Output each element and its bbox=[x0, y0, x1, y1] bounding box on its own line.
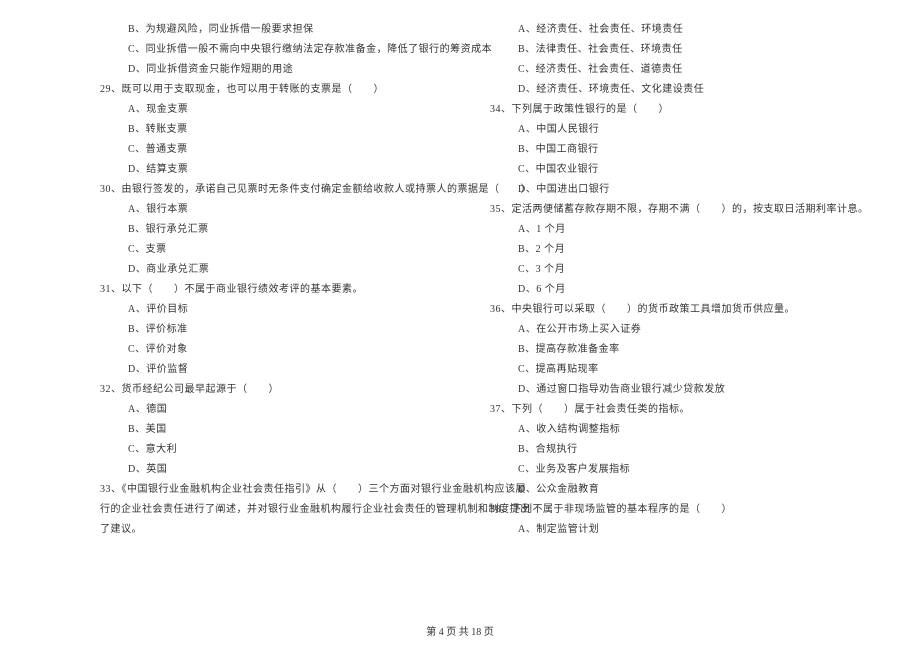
q29-option-a: A、现金支票 bbox=[100, 100, 450, 120]
q30-option-c: C、支票 bbox=[100, 240, 450, 260]
q32-option-d: D、英国 bbox=[100, 460, 450, 480]
page-footer: 第 4 页 共 18 页 bbox=[0, 623, 920, 638]
q35-text: 35、定活两便储蓄存款存期不限，存期不满（ ）的，按支取日活期利率计息。 bbox=[490, 200, 870, 220]
q30-option-d: D、商业承兑汇票 bbox=[100, 260, 450, 280]
q34-text: 34、下列属于政策性银行的是（ ） bbox=[490, 100, 870, 120]
q31-text: 31、以下（ ）不属于商业银行绩效考评的基本要素。 bbox=[100, 280, 450, 300]
q34-option-d: D、中国进出口银行 bbox=[490, 180, 870, 200]
q37-text: 37、下列（ ）属于社会责任类的指标。 bbox=[490, 400, 870, 420]
q33-text-line3: 了建议。 bbox=[100, 520, 450, 540]
q29-option-b: B、转账支票 bbox=[100, 120, 450, 140]
q34-option-c: C、中国农业银行 bbox=[490, 160, 870, 180]
q34-option-a: A、中国人民银行 bbox=[490, 120, 870, 140]
q31-option-a: A、评价目标 bbox=[100, 300, 450, 320]
q37-option-d: D、公众金融教育 bbox=[490, 480, 870, 500]
left-column: B、为规避风险，同业拆借一般要求担保 C、同业拆借一般不需向中央银行缴纳法定存款… bbox=[40, 20, 460, 600]
q28-option-b: B、为规避风险，同业拆借一般要求担保 bbox=[100, 20, 450, 40]
q31-option-b: B、评价标准 bbox=[100, 320, 450, 340]
q35-option-d: D、6 个月 bbox=[490, 280, 870, 300]
q31-option-c: C、评价对象 bbox=[100, 340, 450, 360]
q35-option-b: B、2 个月 bbox=[490, 240, 870, 260]
q29-option-c: C、普通支票 bbox=[100, 140, 450, 160]
q33-text-line1: 33、《中国银行业金融机构企业社会责任指引》从（ ）三个方面对银行业金融机构应该… bbox=[100, 480, 450, 500]
q30-option-b: B、银行承兑汇票 bbox=[100, 220, 450, 240]
q35-option-c: C、3 个月 bbox=[490, 260, 870, 280]
q28-option-d: D、同业拆借资金只能作短期的用途 bbox=[100, 60, 450, 80]
q31-option-d: D、评价监督 bbox=[100, 360, 450, 380]
q33-option-c: C、经济责任、社会责任、道德责任 bbox=[490, 60, 870, 80]
q36-option-c: C、提高再贴现率 bbox=[490, 360, 870, 380]
q36-option-d: D、通过窗口指导劝告商业银行减少贷款发放 bbox=[490, 380, 870, 400]
q30-option-a: A、银行本票 bbox=[100, 200, 450, 220]
right-column: A、经济责任、社会责任、环境责任 B、法律责任、社会责任、环境责任 C、经济责任… bbox=[460, 20, 880, 600]
q38-option-a: A、制定监管计划 bbox=[490, 520, 870, 540]
q33-option-a: A、经济责任、社会责任、环境责任 bbox=[490, 20, 870, 40]
q28-option-c: C、同业拆借一般不需向中央银行缴纳法定存款准备金，降低了银行的筹资成本 bbox=[100, 40, 450, 60]
q38-text: 38、下列不属于非现场监管的基本程序的是（ ） bbox=[490, 500, 870, 520]
q33-text-line2: 行的企业社会责任进行了阐述，并对银行业金融机构履行企业社会责任的管理机制和制度提… bbox=[100, 500, 450, 520]
q37-option-b: B、合规执行 bbox=[490, 440, 870, 460]
q30-text: 30、由银行签发的，承诺自己见票时无条件支付确定金额给收款人或持票人的票据是（ … bbox=[100, 180, 450, 200]
q33-option-d: D、经济责任、环境责任、文化建设责任 bbox=[490, 80, 870, 100]
q32-option-c: C、意大利 bbox=[100, 440, 450, 460]
q36-option-b: B、提高存款准备金率 bbox=[490, 340, 870, 360]
q29-text: 29、既可以用于支取现金，也可以用于转账的支票是（ ） bbox=[100, 80, 450, 100]
q36-option-a: A、在公开市场上买入证券 bbox=[490, 320, 870, 340]
q35-option-a: A、1 个月 bbox=[490, 220, 870, 240]
q34-option-b: B、中国工商银行 bbox=[490, 140, 870, 160]
q29-option-d: D、结算支票 bbox=[100, 160, 450, 180]
q32-text: 32、货币经纪公司最早起源于（ ） bbox=[100, 380, 450, 400]
q37-option-c: C、业务及客户发展指标 bbox=[490, 460, 870, 480]
q36-text: 36、中央银行可以采取（ ）的货币政策工具增加货币供应量。 bbox=[490, 300, 870, 320]
q37-option-a: A、收入结构调整指标 bbox=[490, 420, 870, 440]
q32-option-a: A、德国 bbox=[100, 400, 450, 420]
q33-option-b: B、法律责任、社会责任、环境责任 bbox=[490, 40, 870, 60]
q32-option-b: B、美国 bbox=[100, 420, 450, 440]
